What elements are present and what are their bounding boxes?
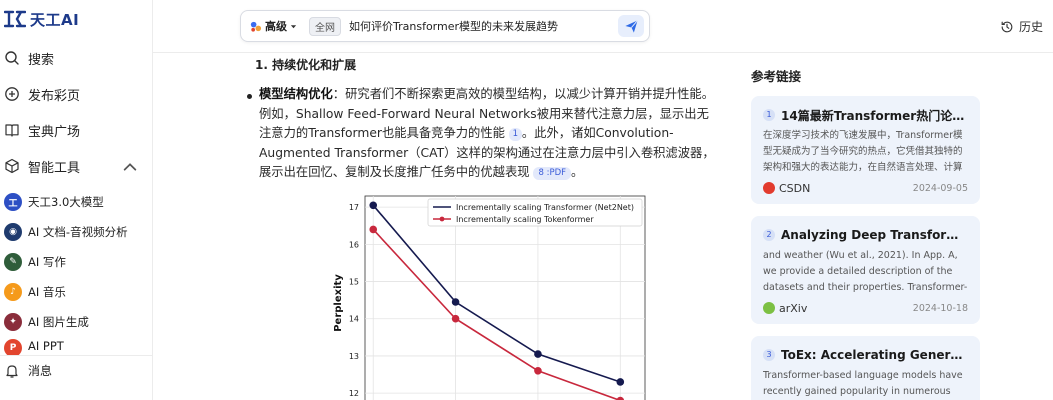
y-tick-label: 16 bbox=[349, 240, 359, 249]
reference-title[interactable]: ToEx: Accelerating Generation S... bbox=[781, 348, 968, 362]
legend-label: Incrementally scaling Tokenformer bbox=[456, 215, 594, 224]
bullet-dot bbox=[247, 94, 252, 99]
nav-item-smart-tools[interactable]: 智能工具 bbox=[0, 151, 152, 181]
data-point bbox=[369, 201, 378, 210]
tool-item-ppt[interactable]: P AI PPT bbox=[0, 339, 152, 355]
history-icon bbox=[1001, 21, 1013, 32]
tool-label: AI 文档-音视频分析 bbox=[28, 225, 128, 239]
writing-icon: ✎ bbox=[4, 253, 22, 271]
y-tick-label: 17 bbox=[349, 203, 359, 212]
y-axis-label: Perplexity bbox=[333, 274, 344, 332]
tool-item-doc-analysis[interactable]: ◉ AI 文档-音视频分析 bbox=[0, 219, 152, 245]
nav-label: 消息 bbox=[28, 364, 53, 378]
send-button[interactable] bbox=[618, 15, 644, 37]
reference-source: CSDN bbox=[763, 182, 810, 195]
reference-date: 2024-10-18 bbox=[912, 302, 968, 314]
search-bar: 高级 全网 如何评价Transformer模型的未来发展趋势 bbox=[240, 10, 650, 42]
perplexity-chart: 12 13 14 15 16 17 Perplexity Incrementally scal… bbox=[333, 195, 646, 400]
reference-card[interactable]: 3 ToEx: Accelerating Generation S... Tra… bbox=[751, 336, 980, 400]
reference-source: arXiv bbox=[763, 302, 807, 315]
data-point bbox=[451, 314, 460, 323]
reference-title[interactable]: Analyzing Deep Transformer Mo... bbox=[781, 228, 968, 242]
data-point bbox=[534, 350, 542, 358]
skywork-icon: 工 bbox=[4, 193, 22, 211]
tool-item-writing[interactable]: ✎ AI 写作 bbox=[0, 249, 152, 275]
y-tick-label: 15 bbox=[349, 278, 359, 287]
search-icon bbox=[5, 51, 19, 65]
nav-item-publish[interactable]: 发布彩页 bbox=[0, 79, 152, 109]
reference-title[interactable]: 14篇最新Transformer热门论文!涵... bbox=[781, 107, 968, 124]
reference-snippet: and weather (Wu et al., 2021). In App. A… bbox=[763, 250, 968, 293]
tool-label: AI 图片生成 bbox=[28, 315, 89, 329]
music-icon: ♪ bbox=[4, 283, 22, 301]
book-icon bbox=[5, 124, 19, 137]
search-input[interactable]: 如何评价Transformer模型的未来发展趋势 bbox=[349, 18, 618, 34]
app-logo-text: 天工AI bbox=[30, 10, 80, 29]
reference-snippet: 在深度学习技术的飞速发展中，Transformer模型无疑成为了当今研究的热点，… bbox=[763, 130, 963, 173]
advanced-mode-icon bbox=[250, 21, 262, 32]
reference-snippet: Transformer-based language models have r… bbox=[763, 370, 963, 397]
header-divider bbox=[153, 52, 1053, 53]
references-title: 参考链接 bbox=[751, 69, 802, 84]
legend-marker bbox=[439, 216, 445, 222]
reference-card[interactable]: 2 Analyzing Deep Transformer Mo... and w… bbox=[751, 216, 980, 324]
data-point bbox=[534, 367, 542, 375]
paragraph-text: 。 bbox=[571, 165, 584, 179]
arxiv-icon bbox=[763, 302, 775, 314]
data-point bbox=[369, 225, 378, 234]
nav-item-handbook[interactable]: 宝典广场 bbox=[0, 115, 152, 145]
mode-label: 高级 bbox=[265, 20, 287, 33]
reference-date: 2024-09-05 bbox=[912, 182, 968, 194]
nav-label: 宝典广场 bbox=[28, 124, 81, 140]
send-icon bbox=[624, 19, 638, 33]
reference-number: 2 bbox=[763, 229, 775, 241]
data-point bbox=[616, 378, 625, 386]
app-logo[interactable]: 天工AI bbox=[4, 8, 79, 30]
y-tick-label: 12 bbox=[349, 389, 359, 398]
y-tick-label: 13 bbox=[349, 352, 359, 361]
reference-number: 1 bbox=[763, 109, 775, 121]
tool-label: AI 写作 bbox=[28, 255, 66, 269]
csdn-icon bbox=[763, 182, 775, 194]
plot-frame bbox=[364, 195, 646, 400]
caret-down-icon bbox=[290, 24, 297, 28]
sidebar: 天工AI 搜索 发布彩页 宝典广场 智能工具 工 天工3.0大模型 ◉ AI 文… bbox=[0, 0, 153, 400]
bullet-title: 模型结构优化 bbox=[259, 87, 333, 101]
history-label: 历史 bbox=[1018, 20, 1043, 34]
nav-label: 发布彩页 bbox=[28, 88, 81, 104]
tool-item-image-gen[interactable]: ✦ AI 图片生成 bbox=[0, 309, 152, 335]
nav-label: 搜索 bbox=[28, 52, 55, 68]
reference-number: 3 bbox=[763, 349, 775, 361]
image-gen-icon: ✦ bbox=[4, 313, 22, 331]
plus-circle-icon bbox=[5, 87, 19, 101]
reference-card[interactable]: 1 14篇最新Transformer热门论文!涵... 在深度学习技术的飞速发展… bbox=[751, 96, 980, 204]
skywork-logo-icon bbox=[4, 10, 26, 28]
scope-tag[interactable]: 全网 bbox=[309, 16, 341, 36]
cube-icon bbox=[5, 158, 19, 174]
nav-item-messages[interactable]: 消息 bbox=[0, 355, 152, 385]
nav-label: 智能工具 bbox=[28, 160, 81, 176]
y-tick-label: 14 bbox=[349, 315, 359, 324]
tool-item-skywork-model[interactable]: 工 天工3.0大模型 bbox=[0, 189, 152, 215]
legend-label: Incrementally scaling Transformer (Net2N… bbox=[456, 203, 634, 212]
tool-item-music[interactable]: ♪ AI 音乐 bbox=[0, 279, 152, 305]
source-name: arXiv bbox=[779, 301, 808, 315]
section-heading: 1. 持续优化和扩展 bbox=[255, 58, 357, 72]
history-button[interactable]: 历史 bbox=[1000, 18, 1043, 35]
citation-badge-pdf[interactable]: 8 :PDF bbox=[533, 167, 572, 180]
article-paragraph: 模型结构优化：研究者们不断探索更高效的模型结构，以减少计算开销并提升性能。例如，… bbox=[259, 85, 719, 183]
mode-selector[interactable]: 高级 bbox=[249, 18, 297, 34]
bell-icon bbox=[6, 364, 18, 378]
tool-label: AI 音乐 bbox=[28, 285, 66, 299]
data-point bbox=[451, 298, 460, 306]
tool-label: AI PPT bbox=[28, 339, 64, 353]
ppt-icon: P bbox=[4, 339, 22, 355]
source-name: CSDN bbox=[779, 181, 811, 195]
tool-label: 天工3.0大模型 bbox=[28, 195, 104, 209]
doc-analysis-icon: ◉ bbox=[4, 223, 22, 241]
citation-badge[interactable]: 1 bbox=[508, 128, 522, 141]
chevron-up-icon[interactable] bbox=[122, 159, 138, 175]
nav-item-search[interactable]: 搜索 bbox=[0, 43, 152, 73]
